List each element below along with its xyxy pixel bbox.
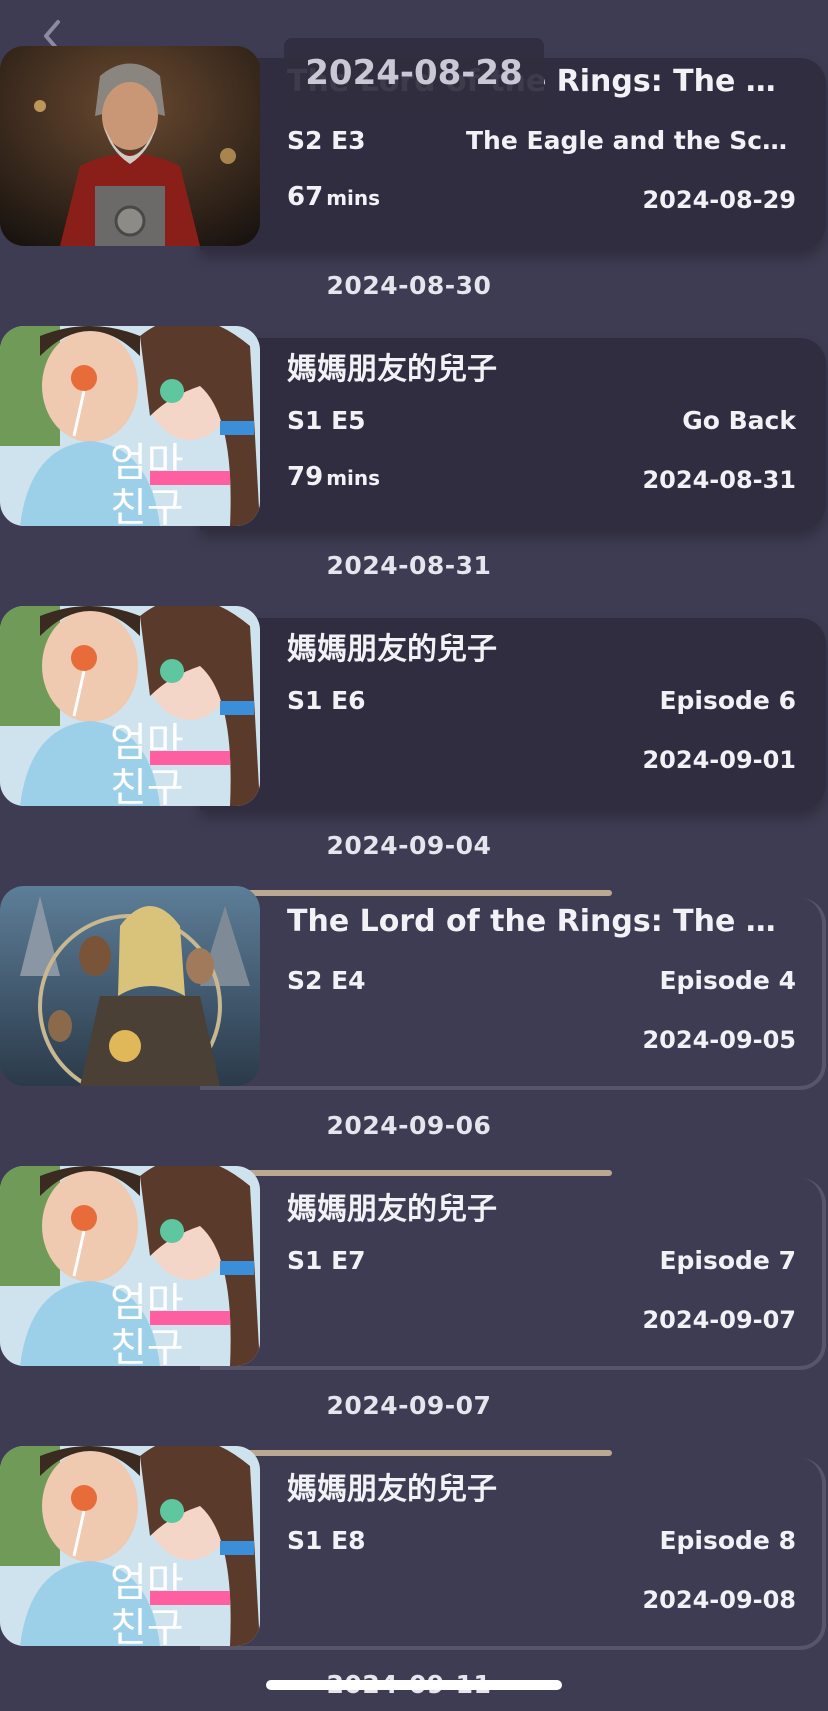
poster-image: 엄마 친구: [0, 1446, 260, 1646]
date-header-label: 2024-09-07: [326, 1391, 492, 1420]
svg-text:친구: 친구: [110, 1325, 184, 1366]
home-indicator[interactable]: [266, 1680, 562, 1690]
episode-card[interactable]: The Lord of the Rings: The Rings of Powe…: [0, 886, 826, 1090]
date-header-label: 2024-09-06: [326, 1111, 492, 1140]
episode-number: S1 E7: [287, 1246, 366, 1275]
show-title: 媽媽朋友的兒子: [287, 1472, 497, 1507]
air-date: 2024-09-07: [642, 1306, 796, 1334]
air-date: 2024-08-31: [642, 466, 796, 494]
episode-number: S1 E8: [287, 1526, 366, 1555]
episode-number: S1 E6: [287, 686, 366, 715]
episode-number: S2 E3: [287, 126, 366, 155]
svg-text:친구: 친구: [110, 485, 184, 526]
progress-bar: [236, 890, 612, 896]
episode-card[interactable]: 엄마 친구 媽媽朋友的兒子 S1 E5 Go Back 79 mins 2024-…: [0, 326, 826, 530]
date-header: 2024-08-31: [0, 551, 828, 580]
episode-name: Episode 4: [659, 966, 796, 995]
date-header: 2024-09-07: [0, 1391, 828, 1420]
episode-name: Episode 7: [659, 1246, 796, 1275]
date-header: 2024-09-04: [0, 831, 828, 860]
air-date: 2024-09-05: [642, 1026, 796, 1054]
episode-card[interactable]: 엄마 친구 媽媽朋友的兒子 S1 E6 Episode 6 2024-09-01: [0, 606, 826, 810]
episode-name: The Eagle and the Scepter: [466, 126, 796, 155]
poster-image: 엄마 친구: [0, 1166, 260, 1366]
svg-text:친구: 친구: [110, 765, 184, 806]
date-header-label: 2024-08-30: [326, 271, 492, 300]
episode-name: Episode 8: [659, 1526, 796, 1555]
poster-image: 엄마 친구: [0, 326, 260, 526]
duration-value: 79: [287, 462, 324, 492]
poster-image: [0, 886, 260, 1086]
show-title: The Lord of the Rings: The Rings of Powe…: [287, 904, 796, 939]
duration-value: 67: [287, 182, 324, 212]
progress-bar: [236, 1170, 612, 1176]
progress-bar: [236, 1450, 612, 1456]
duration-unit: mins: [326, 466, 381, 490]
duration: 67 mins: [287, 182, 380, 212]
episode-number: S2 E4: [287, 966, 366, 995]
air-date: 2024-08-29: [642, 186, 796, 214]
show-title: 媽媽朋友的兒子: [287, 1192, 497, 1227]
svg-text:친구: 친구: [110, 1605, 184, 1646]
episode-card[interactable]: 엄마 친구 媽媽朋友的兒子 S1 E7 Episode 7 2024-09-07: [0, 1166, 826, 1370]
episode-name: Go Back: [682, 406, 796, 435]
show-title: 媽媽朋友的兒子: [287, 352, 497, 387]
poster-image: [0, 46, 260, 246]
air-date: 2024-09-01: [642, 746, 796, 774]
duration-unit: mins: [326, 186, 381, 210]
episode-name: Episode 6: [659, 686, 796, 715]
poster-image: 엄마 친구: [0, 606, 260, 806]
episode-number: S1 E5: [287, 406, 366, 435]
date-header-label: 2024-08-31: [326, 551, 492, 580]
date-header: 2024-09-06: [0, 1111, 828, 1140]
air-date: 2024-09-08: [642, 1586, 796, 1614]
sticky-date-header: 2024-08-28: [284, 38, 544, 108]
date-header-label: 2024-09-04: [326, 831, 492, 860]
episode-card[interactable]: 엄마 친구 媽媽朋友的兒子 S1 E8 Episode 8 2024-09-08: [0, 1446, 826, 1650]
duration: 79 mins: [287, 462, 380, 492]
show-title: 媽媽朋友的兒子: [287, 632, 497, 667]
date-header: 2024-08-30: [0, 271, 828, 300]
